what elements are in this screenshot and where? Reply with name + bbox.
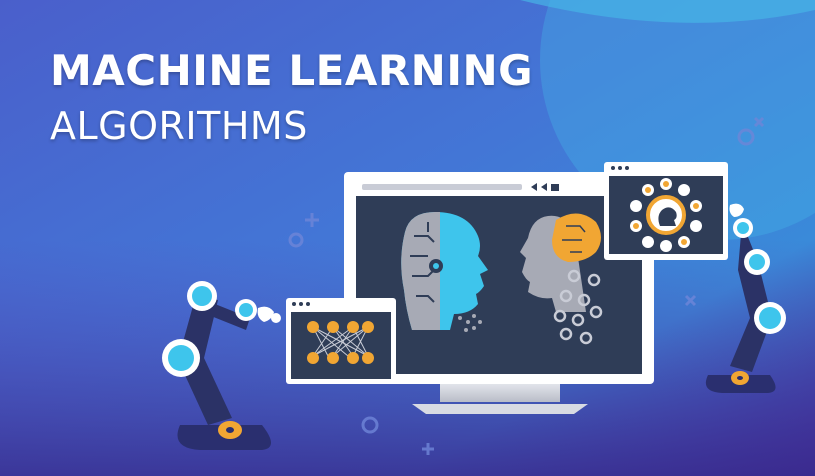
headline-line-2: ALGORITHMS <box>50 104 308 148</box>
neural-network-window <box>286 298 396 384</box>
head-network-window <box>604 162 728 260</box>
headline-line-1: MACHINE LEARNING <box>50 46 534 95</box>
